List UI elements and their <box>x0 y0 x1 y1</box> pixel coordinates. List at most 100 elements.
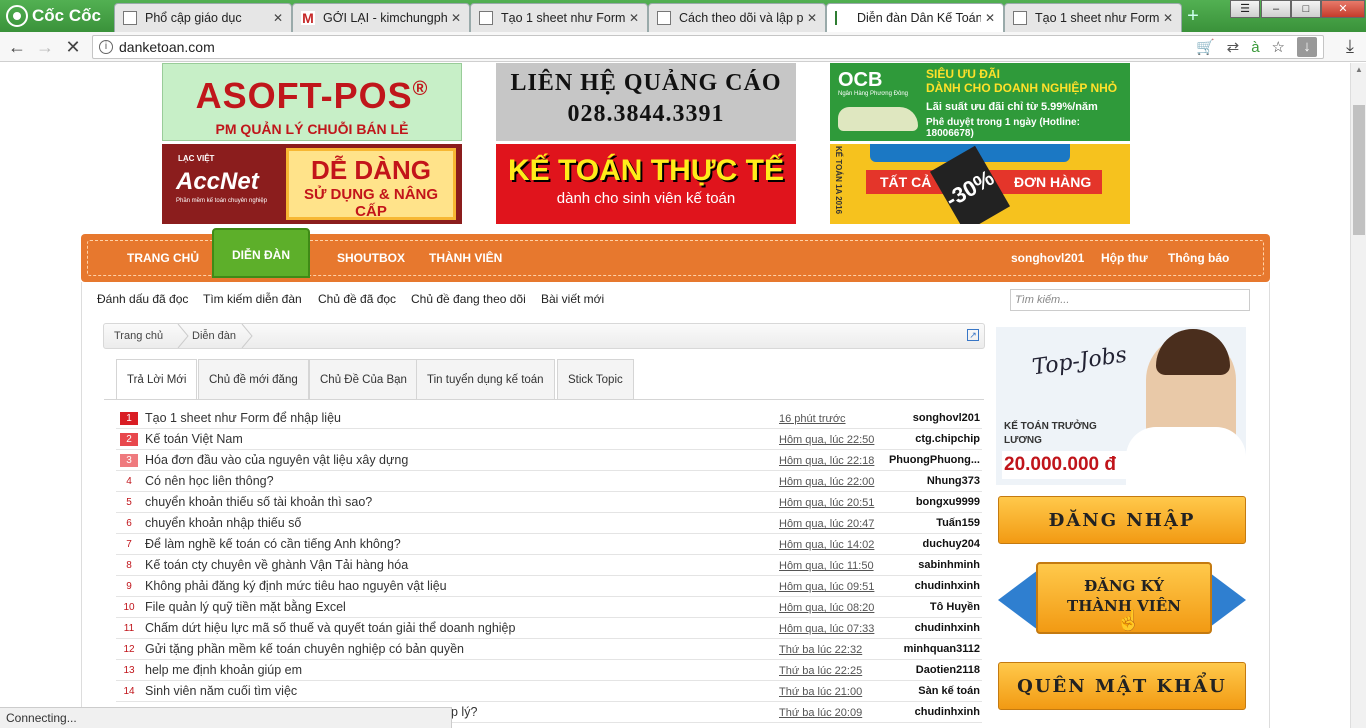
downloads-icon[interactable]: ⤓ <box>1346 36 1354 57</box>
search-input[interactable]: Tìm kiếm... <box>1010 289 1250 311</box>
table-row[interactable]: 10 File quản lý quỹ tiền mặt bằng Excel Hô… <box>116 597 982 618</box>
tab-job-listings[interactable]: Tin tuyển dụng kế toán <box>416 359 555 399</box>
table-row[interactable]: 1 Tạo 1 sheet như Form để nhập liệu 16 phú… <box>116 408 982 429</box>
subnav-mark-read[interactable]: Đánh dấu đã đọc <box>97 292 188 306</box>
thread-time[interactable]: Hôm qua, lúc 22:00 <box>779 471 874 492</box>
url-text[interactable]: danketoan.com <box>119 36 215 58</box>
nav-item-shoutbox[interactable]: SHOUTBOX <box>337 234 405 282</box>
subnav-new-posts[interactable]: Bài viết mới <box>541 292 604 306</box>
tab-stick-topic[interactable]: Stick Topic <box>557 359 634 399</box>
browser-tab[interactable]: Phổ cập giáo dục ✕ <box>114 3 292 32</box>
thread-title[interactable]: Không phải đăng ký định mức tiêu hao ngu… <box>145 576 775 597</box>
subnav-search-forum[interactable]: Tìm kiếm diễn đàn <box>203 292 302 306</box>
thread-title[interactable]: Chấm dứt hiệu lực mã số thuế và quyết to… <box>145 618 775 639</box>
banner-ke-toan-thuc-te[interactable]: KẾ TOÁN THỰC TẾ dành cho sinh viên kế to… <box>496 144 796 224</box>
thread-user[interactable]: Tô Huyền <box>930 597 980 618</box>
table-row[interactable]: 4 Có nên học liên thông? Hôm qua, lúc 22:0… <box>116 471 982 492</box>
thread-title[interactable]: Tạo 1 sheet như Form để nhập liệu <box>145 408 775 429</box>
nav-user[interactable]: songhovl201 <box>1011 234 1084 282</box>
thread-user[interactable]: sabinhminh <box>918 555 980 576</box>
thread-title[interactable]: Có nên học liên thông? <box>145 471 775 492</box>
thread-title[interactable]: Sinh viên năm cuối tìm việc <box>145 681 775 702</box>
thread-title[interactable]: chuyển khoản thiếu số tài khoản thì sao? <box>145 492 775 513</box>
tab-your-threads[interactable]: Chủ Đề Của Bạn <box>309 359 418 399</box>
thread-title[interactable]: p lý? <box>451 702 1081 723</box>
thread-user[interactable]: minhquan3112 <box>904 639 980 660</box>
browser-tab-active[interactable]: Diễn đàn Dân Kế Toán ✕ <box>826 3 1004 32</box>
table-row[interactable]: 7 Để làm nghề kế toán có cần tiếng Anh kh… <box>116 534 982 555</box>
table-row[interactable]: 12 Gửi tặng phần mềm kế toán chuyên nghiệ… <box>116 639 982 660</box>
nav-inbox[interactable]: Hộp thư <box>1101 234 1148 282</box>
forward-icon[interactable]: → <box>34 36 56 58</box>
close-tab-icon[interactable]: ✕ <box>629 11 639 25</box>
thread-time[interactable]: Thứ ba lúc 22:25 <box>779 660 862 681</box>
thread-user[interactable]: chudinhxinh <box>915 576 980 597</box>
subnav-read-threads[interactable]: Chủ đề đã đọc <box>318 292 396 306</box>
thread-user[interactable]: bongxu9999 <box>916 492 980 513</box>
thread-user[interactable]: duchuy204 <box>923 534 980 555</box>
info-icon[interactable]: i <box>99 40 113 54</box>
thread-user[interactable]: ctg.chipchip <box>915 429 980 450</box>
menu-icon[interactable]: ☰ <box>1230 0 1260 18</box>
browser-tab[interactable]: Tạo 1 sheet như Form c ✕ <box>1004 3 1182 32</box>
nav-alerts[interactable]: Thông báo <box>1168 234 1229 282</box>
shopping-cart-icon[interactable]: 🛒 <box>1196 38 1215 56</box>
breadcrumb-home[interactable]: Trang chủ <box>114 324 163 348</box>
breadcrumb-forum[interactable]: Diễn đàn <box>192 324 236 348</box>
vietnamese-input-icon[interactable]: à <box>1251 39 1259 56</box>
thread-time[interactable]: Hôm qua, lúc 20:51 <box>779 492 874 513</box>
translate-icon[interactable]: ⇄ <box>1227 38 1240 56</box>
thread-time[interactable]: 16 phút trước <box>779 408 846 429</box>
thread-time[interactable]: Thứ ba lúc 22:32 <box>779 639 862 660</box>
thread-time[interactable]: Hôm qua, lúc 07:33 <box>779 618 874 639</box>
thread-time[interactable]: Hôm qua, lúc 20:47 <box>779 513 874 534</box>
download-video-icon[interactable]: ↓ <box>1297 37 1317 57</box>
close-tab-icon[interactable]: ✕ <box>985 11 995 25</box>
thread-title[interactable]: Để làm nghề kế toán có cần tiếng Anh khô… <box>145 534 775 555</box>
table-row[interactable]: 5 chuyển khoản thiếu số tài khoản thì sao… <box>116 492 982 513</box>
close-tab-icon[interactable]: ✕ <box>1163 11 1173 25</box>
tab-new-replies[interactable]: Trả Lời Mới <box>116 359 198 400</box>
topjobs-ad[interactable]: Top-Jobs KẾ TOÁN TRƯỞNG LƯƠNG 20.000.000… <box>996 327 1246 485</box>
thread-title[interactable]: Kế toán cty chuyên về ghành Vận Tải hàng… <box>145 555 775 576</box>
banner-discount[interactable]: KẾ TOÁN 1A 2016 TẤT CẢ ĐƠN HÀNG -30% <box>830 144 1130 224</box>
minimize-icon[interactable]: – <box>1261 0 1291 18</box>
thread-title[interactable]: Kế toán Việt Nam <box>145 429 775 450</box>
browser-tab[interactable]: M GỞI LẠI - kimchungpha ✕ <box>292 3 470 32</box>
close-tab-icon[interactable]: ✕ <box>273 11 283 25</box>
login-button[interactable]: ĐĂNG NHẬP <box>998 496 1246 544</box>
thread-user[interactable]: Tuấn159 <box>936 513 980 534</box>
thread-user[interactable]: chudinhxinh <box>915 702 980 723</box>
scrollbar-thumb[interactable] <box>1353 105 1365 235</box>
scroll-up-icon[interactable]: ▲ <box>1355 65 1363 74</box>
nav-item-members[interactable]: THÀNH VIÊN <box>429 234 502 282</box>
popout-icon[interactable]: ↗ <box>967 329 979 341</box>
thread-user[interactable]: chudinhxinh <box>915 618 980 639</box>
tab-new-threads[interactable]: Chủ đề mới đăng <box>198 359 309 399</box>
thread-time[interactable]: Hôm qua, lúc 14:02 <box>779 534 874 555</box>
back-icon[interactable]: ← <box>6 36 28 58</box>
stop-loading-icon[interactable]: ✕ <box>62 36 84 58</box>
close-tab-icon[interactable]: ✕ <box>807 11 817 25</box>
banner-asoft-pos[interactable]: ASOFT-POS® PM QUẢN LÝ CHUỖI BÁN LẺ <box>162 63 462 141</box>
table-row[interactable]: 2 Kế toán Việt Nam Hôm qua, lúc 22:50 ctg.c… <box>116 429 982 450</box>
banner-accnet[interactable]: LẠC VIỆT AccNet Phần mềm kế toán chuyên … <box>162 144 462 224</box>
thread-title[interactable]: Gửi tặng phần mềm kế toán chuyên nghiệp … <box>145 639 775 660</box>
thread-title[interactable]: File quản lý quỹ tiền mặt bằng Excel <box>145 597 775 618</box>
thread-time[interactable]: Hôm qua, lúc 22:18 <box>779 450 874 471</box>
bookmark-star-icon[interactable]: ☆ <box>1272 38 1285 56</box>
maximize-icon[interactable]: □ <box>1291 0 1321 18</box>
table-row[interactable]: 11 Chấm dứt hiệu lực mã số thuế và quyết … <box>116 618 982 639</box>
thread-user[interactable]: PhuongPhuong... <box>889 450 980 471</box>
subnav-watched-threads[interactable]: Chủ đề đang theo dõi <box>411 292 526 306</box>
nav-item-home[interactable]: TRANG CHỦ <box>127 234 199 282</box>
thread-time[interactable]: Thứ ba lúc 21:00 <box>779 681 862 702</box>
nav-item-forum[interactable]: DIỄN ĐÀN <box>212 228 311 278</box>
thread-user[interactable]: Daotien2118 <box>916 660 980 681</box>
thread-time[interactable]: Thứ ba lúc 20:09 <box>779 702 862 723</box>
thread-time[interactable]: Hôm qua, lúc 09:51 <box>779 576 874 597</box>
close-tab-icon[interactable]: ✕ <box>451 11 461 25</box>
browser-brand[interactable]: Cốc Cốc <box>0 0 112 32</box>
table-row[interactable]: 3 Hóa đơn đầu vào của nguyên vật liệu xây… <box>116 450 982 471</box>
thread-user[interactable]: Nhung373 <box>927 471 980 492</box>
